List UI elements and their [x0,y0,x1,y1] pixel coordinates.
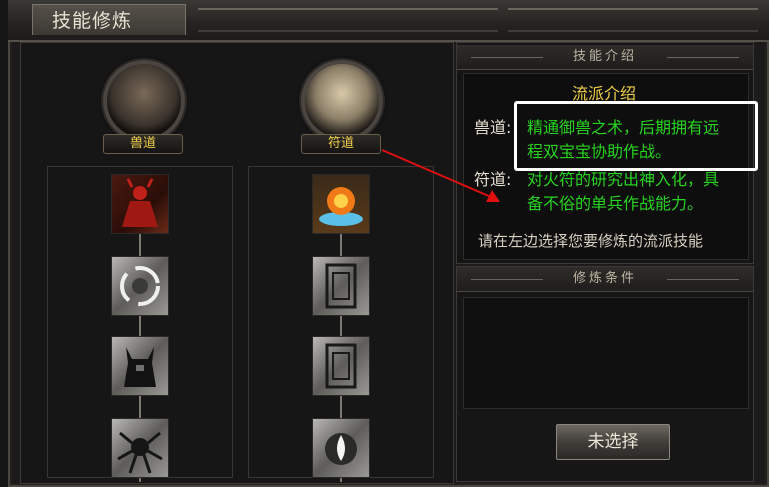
annotation-arrow-icon [381,149,500,202]
